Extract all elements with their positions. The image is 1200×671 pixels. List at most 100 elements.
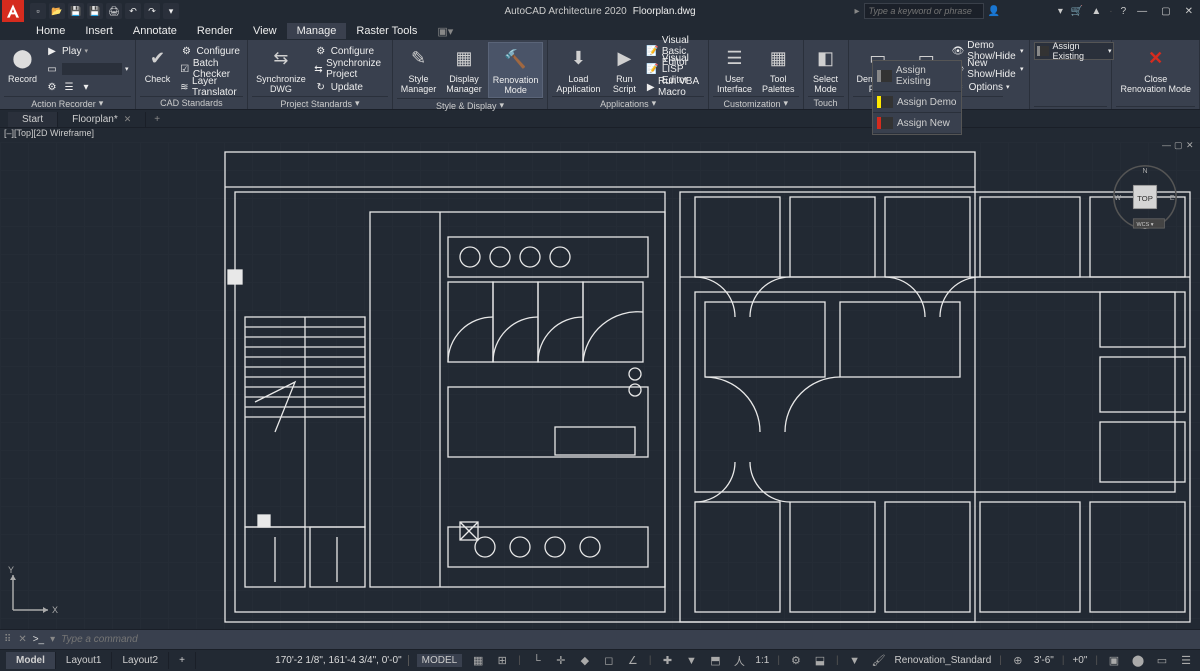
- layer-translator-button[interactable]: ≋Layer Translator: [178, 78, 244, 96]
- viewport-state-label[interactable]: [–][Top][2D Wireframe]: [0, 128, 1200, 142]
- autodesk-icon[interactable]: ▲: [1091, 6, 1101, 17]
- panel-cad-standards: ✔ Check ⚙Configure ☑Batch Checker ≋Layer…: [136, 40, 249, 109]
- clean-screen-icon[interactable]: ▭: [1154, 653, 1170, 669]
- synchronize-dwg-button[interactable]: ⇆ Synchronize DWG: [252, 42, 310, 96]
- customize-status-icon[interactable]: ☰: [1178, 653, 1194, 669]
- app-logo-icon[interactable]: [2, 0, 24, 22]
- render-style-label[interactable]: Renovation_Standard: [895, 655, 992, 666]
- signin-icon[interactable]: 👤: [988, 6, 1000, 17]
- cmd-chevron-icon[interactable]: ▾: [50, 634, 55, 645]
- recorder-dropdown-2[interactable]: ⚙☰▾: [43, 78, 131, 96]
- isolate-icon[interactable]: ▣: [1106, 653, 1122, 669]
- qat-new-icon[interactable]: ▫: [30, 3, 46, 19]
- osnap-toggle-icon[interactable]: ◻: [601, 653, 617, 669]
- help-icon[interactable]: ?: [1121, 6, 1127, 17]
- tab-insert[interactable]: Insert: [75, 23, 123, 39]
- tab-view[interactable]: View: [243, 23, 287, 39]
- command-input[interactable]: [61, 634, 341, 645]
- annotation-scale-icon[interactable]: 人: [731, 653, 747, 669]
- recorder-dropdown-1[interactable]: ▭▾: [43, 60, 131, 78]
- style-manager-button[interactable]: ✎ Style Manager: [397, 42, 441, 96]
- tab-home[interactable]: Home: [26, 23, 75, 39]
- assign-new-option[interactable]: Assign New: [873, 113, 961, 134]
- cart-icon[interactable]: 🛒: [1071, 6, 1083, 17]
- units-icon[interactable]: ⊕: [1010, 653, 1026, 669]
- layer-fade-icon[interactable]: ▼: [683, 653, 699, 669]
- model-space-button[interactable]: MODEL: [417, 654, 463, 667]
- search-chevron-icon[interactable]: ▸: [855, 6, 860, 17]
- grid-toggle-icon[interactable]: ▦: [470, 653, 486, 669]
- close-tab-icon[interactable]: ✕: [124, 114, 132, 125]
- chevron-down-icon[interactable]: ▾: [355, 98, 360, 109]
- restore-button[interactable]: ▢: [1158, 6, 1173, 17]
- renovation-mode-button[interactable]: 🔨 Renovation Mode: [488, 42, 544, 98]
- filetab-start[interactable]: Start: [8, 112, 58, 127]
- scale-readout[interactable]: 1:1: [755, 655, 769, 666]
- vp-close-icon[interactable]: ✕: [1186, 142, 1196, 150]
- tab-raster-tools[interactable]: Raster Tools: [346, 23, 427, 39]
- layout-tab-layout2[interactable]: Layout2: [112, 652, 169, 669]
- vp-restore-icon[interactable]: ▢: [1174, 142, 1184, 150]
- run-script-button[interactable]: ▶ Run Script: [606, 42, 642, 96]
- qat-more-icon[interactable]: ▾: [163, 3, 179, 19]
- close-window-button[interactable]: ✕: [1182, 6, 1196, 17]
- assign-existing-option[interactable]: Assign Existing: [873, 61, 961, 92]
- new-filetab-button[interactable]: +: [146, 112, 168, 127]
- gear-icon[interactable]: ⬓: [812, 653, 828, 669]
- vp-minimize-icon[interactable]: —: [1162, 142, 1172, 150]
- minimize-button[interactable]: —: [1134, 6, 1150, 17]
- layout-tab-layout1[interactable]: Layout1: [56, 652, 113, 669]
- tool-palettes-button[interactable]: ▦ Tool Palettes: [758, 42, 799, 96]
- chevron-down-icon[interactable]: ▾: [500, 100, 505, 111]
- hardware-accel-icon[interactable]: ⬤: [1130, 653, 1146, 669]
- load-application-button[interactable]: ⬇ Load Application: [552, 42, 604, 96]
- exchange-icon[interactable]: ▾: [1058, 6, 1063, 17]
- qat-saveas-icon[interactable]: 💾: [87, 3, 103, 19]
- qat-save-icon[interactable]: 💾: [68, 3, 84, 19]
- snap-toggle-icon[interactable]: ⊞: [494, 653, 510, 669]
- autosnap-icon[interactable]: ∠: [625, 653, 641, 669]
- check-button[interactable]: ✔ Check: [140, 42, 176, 86]
- elevation-readout[interactable]: 3'-6": [1034, 655, 1054, 666]
- filetab-floorplan[interactable]: Floorplan*✕: [58, 112, 146, 127]
- synchronize-project-button[interactable]: ⇆Synchronize Project: [312, 60, 388, 78]
- rotation-readout[interactable]: +0": [1072, 655, 1087, 666]
- ortho-toggle-icon[interactable]: └: [529, 653, 545, 669]
- chevron-down-icon[interactable]: ▾: [784, 98, 789, 109]
- filter-icon[interactable]: ▼: [847, 653, 863, 669]
- cut-plane-icon[interactable]: ⬒: [707, 653, 723, 669]
- update-project-button[interactable]: ↻Update: [312, 78, 388, 96]
- layout-tab-model[interactable]: Model: [6, 652, 56, 669]
- drawing-canvas[interactable]: — ▢ ✕: [0, 142, 1200, 629]
- user-interface-button[interactable]: ☰ User Interface: [713, 42, 756, 96]
- record-button[interactable]: ⬤ Record: [4, 42, 41, 86]
- qat-plot-icon[interactable]: 🖨: [106, 3, 122, 19]
- assign-existing-dropdown[interactable]: Assign Existing ▾: [1034, 42, 1114, 60]
- qat-redo-icon[interactable]: ↷: [144, 3, 160, 19]
- polar-toggle-icon[interactable]: ✛: [553, 653, 569, 669]
- tab-render[interactable]: Render: [187, 23, 243, 39]
- close-renovation-mode-button[interactable]: ✕ Close Renovation Mode: [1116, 42, 1195, 96]
- keyword-search-input[interactable]: [864, 3, 984, 19]
- replace-z-icon[interactable]: ✚: [659, 653, 675, 669]
- chevron-down-icon[interactable]: ▾: [99, 98, 104, 109]
- assign-demo-option[interactable]: Assign Demo: [873, 92, 961, 113]
- viewcube[interactable]: TOP N E S W WCS ▾: [1110, 162, 1180, 232]
- qat-undo-icon[interactable]: ↶: [125, 3, 141, 19]
- doc-icon: 📝: [646, 62, 658, 76]
- select-mode-button[interactable]: ◧ Select Mode: [808, 42, 844, 96]
- isoplane-toggle-icon[interactable]: ◆: [577, 653, 593, 669]
- cmd-close-icon[interactable]: ✕: [18, 634, 26, 645]
- tab-annotate[interactable]: Annotate: [123, 23, 187, 39]
- play-button[interactable]: ▶Play▾: [43, 42, 131, 60]
- run-vba-button[interactable]: ▶Run VBA Macro: [644, 78, 704, 96]
- tab-expand-icon[interactable]: ▣▾: [427, 23, 463, 40]
- tab-manage[interactable]: Manage: [287, 23, 347, 39]
- add-layout-button[interactable]: +: [169, 652, 196, 669]
- style-brush-icon[interactable]: 🖌: [871, 653, 887, 669]
- workspace-icon[interactable]: ⚙: [788, 653, 804, 669]
- chevron-down-icon[interactable]: ▾: [652, 98, 657, 109]
- cmd-handle-icon[interactable]: ⠿: [4, 634, 12, 645]
- qat-open-icon[interactable]: 📂: [49, 3, 65, 19]
- display-manager-button[interactable]: ▦ Display Manager: [442, 42, 486, 96]
